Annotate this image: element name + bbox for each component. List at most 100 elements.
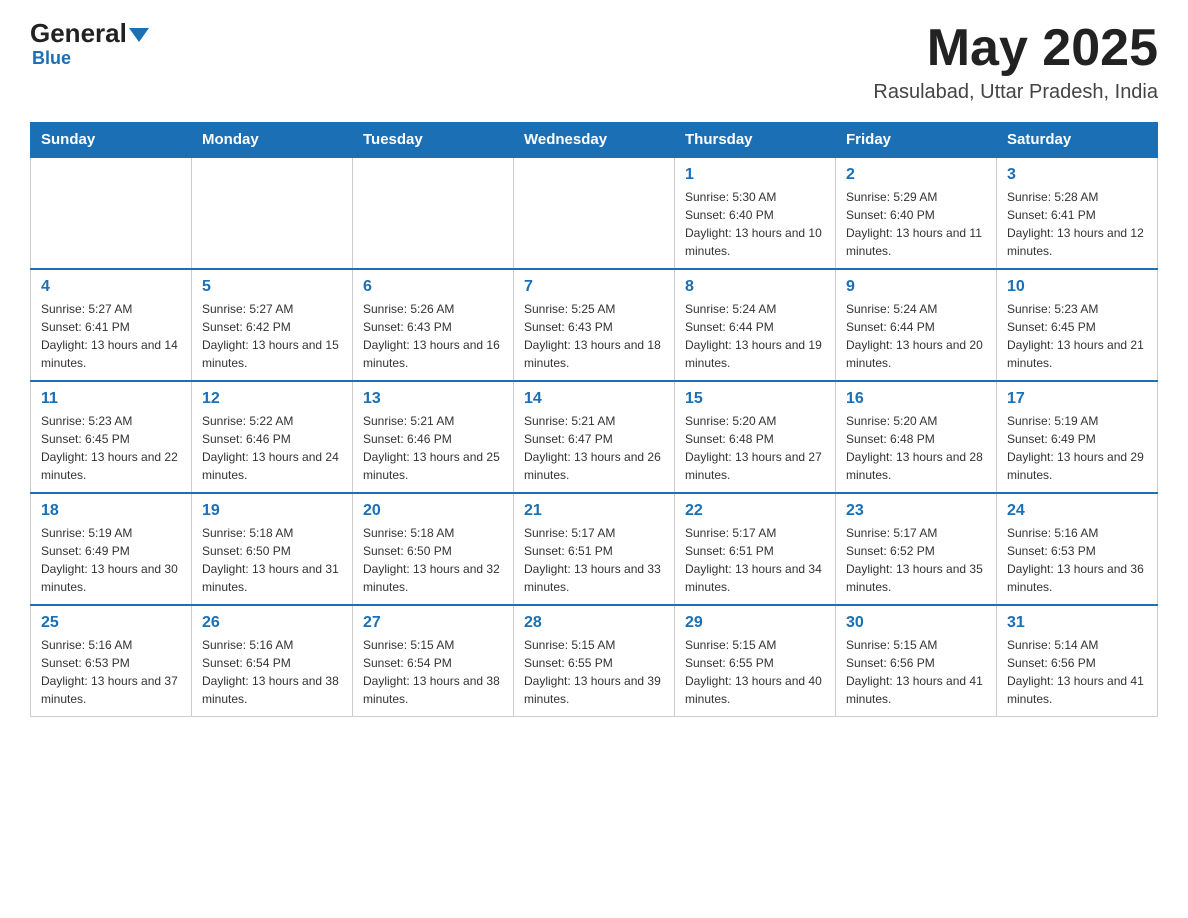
day-number: 1 [685, 166, 825, 184]
day-number: 16 [846, 390, 986, 408]
calendar-cell: 6 Sunrise: 5:26 AMSunset: 6:43 PMDaylight… [353, 269, 514, 381]
calendar-table: Sunday Monday Tuesday Wednesday Thursday… [30, 122, 1158, 717]
header-tuesday: Tuesday [353, 123, 514, 158]
day-info: Sunrise: 5:14 AMSunset: 6:56 PMDaylight:… [1007, 636, 1147, 708]
day-number: 25 [41, 614, 181, 632]
day-info: Sunrise: 5:28 AMSunset: 6:41 PMDaylight:… [1007, 188, 1147, 260]
calendar-cell: 13Sunrise: 5:21 AMSunset: 6:46 PMDayligh… [353, 381, 514, 493]
calendar-cell: 14 Sunrise: 5:21 AMSunset: 6:47 PMDayligh… [514, 381, 675, 493]
calendar-cell: 1Sunrise: 5:30 AMSunset: 6:40 PMDaylight… [675, 157, 836, 269]
day-number: 10 [1007, 278, 1147, 296]
calendar-week-row: 4Sunrise: 5:27 AMSunset: 6:41 PMDaylight… [31, 269, 1158, 381]
day-info: Sunrise: 5:27 AMSunset: 6:42 PMDaylight:… [202, 300, 342, 372]
day-info: Sunrise: 5:17 AMSunset: 6:51 PMDaylight:… [685, 524, 825, 596]
day-number: 11 [41, 390, 181, 408]
day-number: 7 [524, 278, 664, 296]
calendar-cell: 8Sunrise: 5:24 AMSunset: 6:44 PMDaylight… [675, 269, 836, 381]
day-info: Sunrise: 5:15 AMSunset: 6:55 PMDaylight:… [524, 636, 664, 708]
calendar-cell: 4Sunrise: 5:27 AMSunset: 6:41 PMDaylight… [31, 269, 192, 381]
day-number: 23 [846, 502, 986, 520]
calendar-cell: 30Sunrise: 5:15 AMSunset: 6:56 PMDayligh… [836, 605, 997, 717]
logo-general-text: General [30, 20, 127, 46]
day-number: 18 [41, 502, 181, 520]
day-number: 13 [363, 390, 503, 408]
day-info: Sunrise: 5:26 AMSunset: 6:43 PMDaylight:… [363, 300, 503, 372]
day-number: 27 [363, 614, 503, 632]
day-number: 31 [1007, 614, 1147, 632]
calendar-cell: 15 Sunrise: 5:20 AMSunset: 6:48 PMDayligh… [675, 381, 836, 493]
calendar-cell: 25 Sunrise: 5:16 AMSunset: 6:53 PMDayligh… [31, 605, 192, 717]
calendar-cell: 20 Sunrise: 5:18 AMSunset: 6:50 PMDayligh… [353, 493, 514, 605]
calendar-week-row: 11 Sunrise: 5:23 AMSunset: 6:45 PMDayligh… [31, 381, 1158, 493]
title-area: May 2025 Rasulabad, Uttar Pradesh, India [873, 20, 1158, 104]
day-number: 22 [685, 502, 825, 520]
calendar-cell: 12Sunrise: 5:22 AMSunset: 6:46 PMDayligh… [192, 381, 353, 493]
weekday-header-row: Sunday Monday Tuesday Wednesday Thursday… [31, 123, 1158, 158]
day-info: Sunrise: 5:18 AMSunset: 6:50 PMDaylight:… [363, 524, 503, 596]
page-header: General Blue May 2025 Rasulabad, Uttar P… [30, 20, 1158, 104]
calendar-cell [192, 157, 353, 269]
day-number: 15 [685, 390, 825, 408]
calendar-cell: 9 Sunrise: 5:24 AMSunset: 6:44 PMDaylight… [836, 269, 997, 381]
day-info: Sunrise: 5:24 AMSunset: 6:44 PMDaylight:… [685, 300, 825, 372]
header-thursday: Thursday [675, 123, 836, 158]
day-info: Sunrise: 5:23 AMSunset: 6:45 PMDaylight:… [1007, 300, 1147, 372]
day-number: 21 [524, 502, 664, 520]
day-info: Sunrise: 5:29 AMSunset: 6:40 PMDaylight:… [846, 188, 986, 260]
day-info: Sunrise: 5:15 AMSunset: 6:56 PMDaylight:… [846, 636, 986, 708]
calendar-cell: 23Sunrise: 5:17 AMSunset: 6:52 PMDayligh… [836, 493, 997, 605]
day-info: Sunrise: 5:20 AMSunset: 6:48 PMDaylight:… [685, 412, 825, 484]
day-number: 3 [1007, 166, 1147, 184]
day-info: Sunrise: 5:18 AMSunset: 6:50 PMDaylight:… [202, 524, 342, 596]
calendar-cell [514, 157, 675, 269]
day-info: Sunrise: 5:19 AMSunset: 6:49 PMDaylight:… [41, 524, 181, 596]
calendar-cell [353, 157, 514, 269]
logo-arrow-icon [129, 28, 149, 42]
day-number: 2 [846, 166, 986, 184]
calendar-cell [31, 157, 192, 269]
day-number: 6 [363, 278, 503, 296]
day-info: Sunrise: 5:21 AMSunset: 6:47 PMDaylight:… [524, 412, 664, 484]
day-info: Sunrise: 5:25 AMSunset: 6:43 PMDaylight:… [524, 300, 664, 372]
day-info: Sunrise: 5:24 AMSunset: 6:44 PMDaylight:… [846, 300, 986, 372]
calendar-cell: 22 Sunrise: 5:17 AMSunset: 6:51 PMDayligh… [675, 493, 836, 605]
day-number: 9 [846, 278, 986, 296]
calendar-week-row: 18 Sunrise: 5:19 AMSunset: 6:49 PMDayligh… [31, 493, 1158, 605]
day-info: Sunrise: 5:16 AMSunset: 6:53 PMDaylight:… [41, 636, 181, 708]
logo-blue-text: Blue [32, 48, 71, 69]
day-number: 26 [202, 614, 342, 632]
header-monday: Monday [192, 123, 353, 158]
calendar-cell: 29Sunrise: 5:15 AMSunset: 6:55 PMDayligh… [675, 605, 836, 717]
day-number: 17 [1007, 390, 1147, 408]
header-saturday: Saturday [997, 123, 1158, 158]
day-info: Sunrise: 5:22 AMSunset: 6:46 PMDaylight:… [202, 412, 342, 484]
month-title: May 2025 [873, 20, 1158, 77]
day-number: 14 [524, 390, 664, 408]
calendar-cell: 19Sunrise: 5:18 AMSunset: 6:50 PMDayligh… [192, 493, 353, 605]
calendar-cell: 2 Sunrise: 5:29 AMSunset: 6:40 PMDaylight… [836, 157, 997, 269]
calendar-cell: 16 Sunrise: 5:20 AMSunset: 6:48 PMDayligh… [836, 381, 997, 493]
calendar-week-row: 25 Sunrise: 5:16 AMSunset: 6:53 PMDayligh… [31, 605, 1158, 717]
day-number: 4 [41, 278, 181, 296]
logo: General [30, 20, 149, 46]
calendar-cell: 27 Sunrise: 5:15 AMSunset: 6:54 PMDayligh… [353, 605, 514, 717]
day-info: Sunrise: 5:19 AMSunset: 6:49 PMDaylight:… [1007, 412, 1147, 484]
day-info: Sunrise: 5:15 AMSunset: 6:54 PMDaylight:… [363, 636, 503, 708]
day-info: Sunrise: 5:23 AMSunset: 6:45 PMDaylight:… [41, 412, 181, 484]
logo-area: General Blue [30, 20, 149, 69]
calendar-cell: 21 Sunrise: 5:17 AMSunset: 6:51 PMDayligh… [514, 493, 675, 605]
header-wednesday: Wednesday [514, 123, 675, 158]
day-info: Sunrise: 5:20 AMSunset: 6:48 PMDaylight:… [846, 412, 986, 484]
calendar-cell: 7 Sunrise: 5:25 AMSunset: 6:43 PMDaylight… [514, 269, 675, 381]
day-number: 28 [524, 614, 664, 632]
calendar-cell: 31 Sunrise: 5:14 AMSunset: 6:56 PMDayligh… [997, 605, 1158, 717]
day-number: 5 [202, 278, 342, 296]
day-number: 20 [363, 502, 503, 520]
calendar-cell: 3 Sunrise: 5:28 AMSunset: 6:41 PMDaylight… [997, 157, 1158, 269]
calendar-cell: 26Sunrise: 5:16 AMSunset: 6:54 PMDayligh… [192, 605, 353, 717]
day-info: Sunrise: 5:17 AMSunset: 6:51 PMDaylight:… [524, 524, 664, 596]
calendar-cell: 10 Sunrise: 5:23 AMSunset: 6:45 PMDayligh… [997, 269, 1158, 381]
calendar-cell: 5 Sunrise: 5:27 AMSunset: 6:42 PMDaylight… [192, 269, 353, 381]
calendar-cell: 18 Sunrise: 5:19 AMSunset: 6:49 PMDayligh… [31, 493, 192, 605]
calendar-cell: 17 Sunrise: 5:19 AMSunset: 6:49 PMDayligh… [997, 381, 1158, 493]
